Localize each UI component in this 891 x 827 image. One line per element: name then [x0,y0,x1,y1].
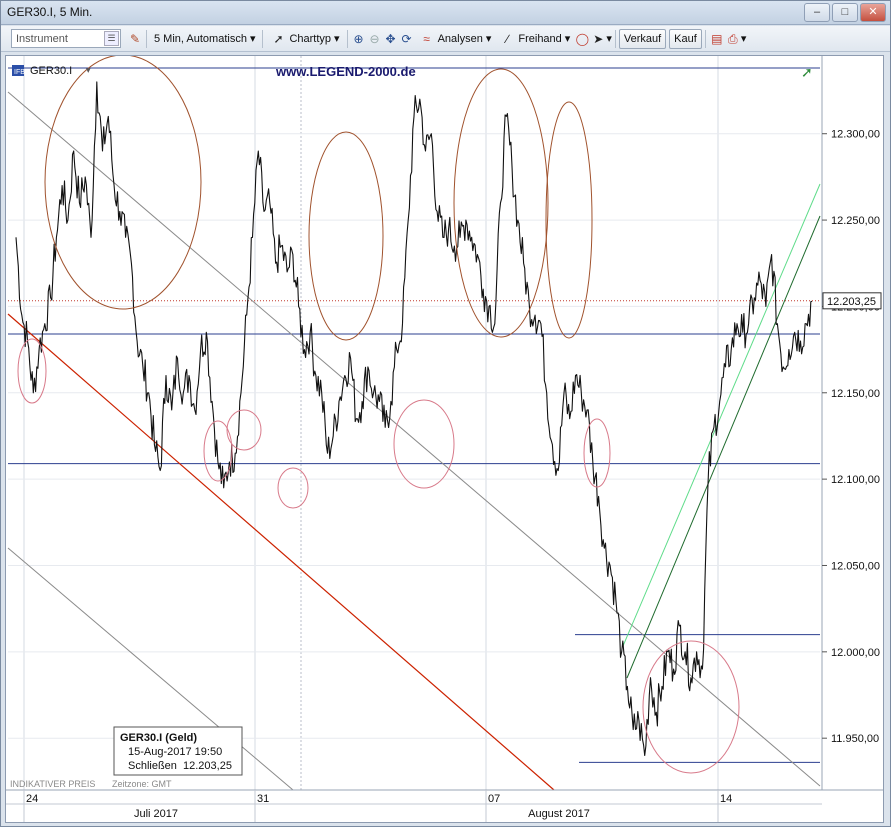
info-box: GER30.I (Geld) 15-Aug-2017 19:50 Schließ… [113,726,243,776]
y-tick-label: 11.950,00 [831,733,879,745]
toolbar: Instrument ☰ ✎ 5 Min, Automatisch ▾ ➚ Ch… [1,26,890,52]
line-chart-icon: ➚ [273,31,284,46]
freihand-dropdown[interactable]: ∕ Freihand ▾ [495,29,574,49]
verkauf-button[interactable]: Verkauf [618,28,667,49]
highlight-ellipse [226,409,262,451]
instrument-input[interactable]: Instrument ☰ [11,29,121,48]
price-series-line [15,81,813,757]
draw-line-icon: ∕ [506,31,509,46]
highlight-ellipse [277,467,309,509]
window-title: GER30.I, 5 Min. [7,5,93,19]
highlight-ellipse [203,420,233,482]
instrument-placeholder: Instrument [16,32,68,45]
symbol-header: IFB GER30.I ▾ [12,65,91,77]
chevron-down-icon: ▾ [564,33,571,45]
chevron-down-icon: ▾ [249,33,256,45]
close-button[interactable]: ✕ [860,3,886,22]
refresh-icon[interactable]: ⟳ [399,31,415,47]
highlight-ellipse [308,131,384,341]
eraser-icon[interactable]: ◯ [574,31,590,47]
x-tick-label: 31 [257,793,269,805]
kauf-button[interactable]: Kauf [669,28,702,49]
title-bar: GER30.I, 5 Min. – □ ✕ [1,1,890,25]
info-close-value: 12.203,25 [183,760,232,772]
chart-window-icon[interactable]: ▤ [709,31,725,47]
chevron-down-icon[interactable]: ▾ [741,32,747,45]
interval-label: 5 Min, Automatisch [154,32,247,45]
symbol-label: GER30.I [30,65,72,77]
freihand-label: Freihand [518,32,562,45]
analysen-label: Analysen [437,32,483,45]
highlight-ellipse [583,418,611,488]
x-tick-label: 07 [488,793,500,805]
analysen-dropdown[interactable]: ≈ Analysen ▾ [415,29,496,49]
indicative-price-label: INDIKATIVER PREIS [10,779,95,789]
y-tick-label: 12.000,00 [831,647,880,659]
green-channel-line [626,215,821,679]
svg-text:IFB: IFB [14,69,25,76]
highlight-ellipse [44,56,202,310]
highlight-ellipse [393,399,455,489]
x-tick-label: 14 [720,793,732,805]
grey-trendline [7,91,821,787]
y-tick-label: 12.100,00 [831,474,880,486]
y-tick-label: 12.300,00 [831,129,880,141]
y-tick-label: 12.150,00 [831,388,880,400]
price-chart[interactable]: 11.950,00 12.000,00 12.050,00 12.100,00 12.1… [6,56,883,822]
info-datetime: 15-Aug-2017 19:50 [128,746,222,758]
red-trendline [7,313,555,791]
zoom-in-icon[interactable]: ⊕ [351,31,367,47]
move-icon[interactable]: ✥ [383,31,399,47]
chevron-down-icon: ▾ [334,33,340,45]
print-icon[interactable]: ⎙ [725,31,741,47]
info-close-label: Schließen [128,760,177,772]
interval-dropdown[interactable]: 5 Min, Automatisch ▾ [150,29,259,49]
y-tick-label: 12.050,00 [831,560,880,572]
charttype-dropdown[interactable]: ➚ Charttyp ▾ [266,29,343,49]
maximize-button[interactable]: □ [832,3,858,22]
green-channel-line [622,183,821,647]
last-price-label: 12.203,25 [827,296,876,308]
cursor-icon[interactable]: ➤ [590,31,606,47]
chevron-down-icon[interactable]: ▾ [86,65,91,75]
trend-arrow-icon: ➚ [801,64,813,80]
charttype-label: Charttyp [289,32,332,45]
x-month-label: August 2017 [528,808,590,820]
chart-window: GER30.I, 5 Min. – □ ✕ Instrument ☰ ✎ 5 M… [0,0,891,827]
chart-area[interactable]: 11.950,00 12.000,00 12.050,00 12.100,00 12.1… [5,55,884,823]
x-month-label: Juli 2017 [134,808,178,820]
analysis-icon: ≈ [423,31,430,46]
indicator-icon[interactable]: ✎ [127,31,143,47]
timezone-label: Zeitzone: GMT [112,779,172,789]
y-tick-label: 12.250,00 [831,215,880,227]
info-title: GER30.I (Geld) [120,732,197,744]
zoom-out-icon[interactable]: ⊖ [367,31,383,47]
chevron-down-icon: ▾ [485,33,492,45]
x-tick-label: 24 [26,793,38,805]
chevron-down-icon[interactable]: ▾ [606,32,612,45]
minimize-button[interactable]: – [804,3,830,22]
watermark: www.LEGEND-2000.de [275,64,416,79]
list-icon[interactable]: ☰ [104,31,119,46]
highlight-ellipse [17,338,47,404]
